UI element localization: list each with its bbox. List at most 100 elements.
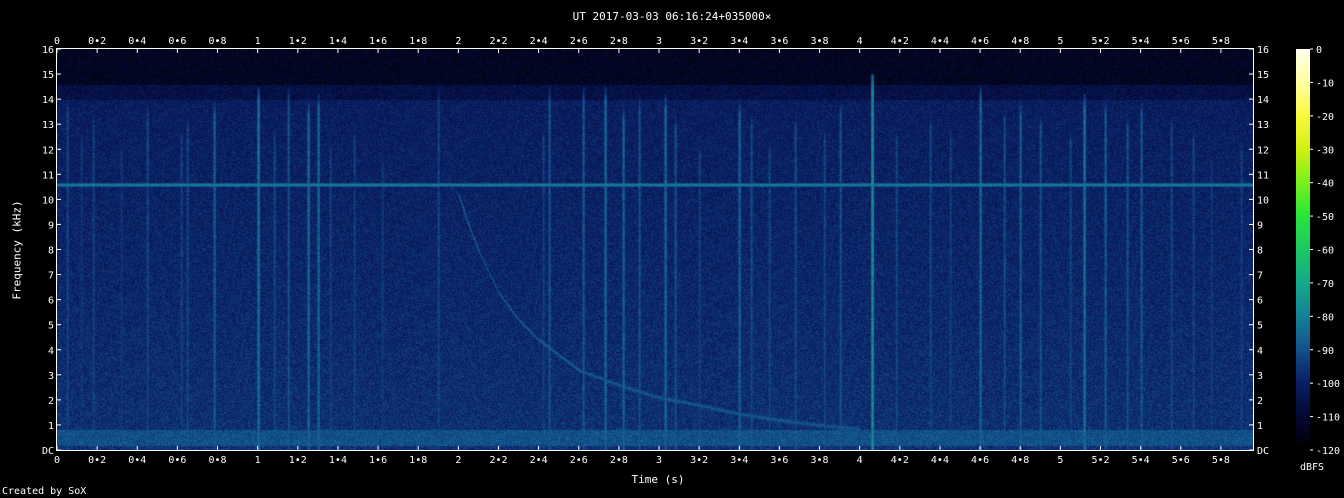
colorbar-tick-label: -110 [1316, 413, 1340, 424]
colorbar-tick-label: -40 [1316, 179, 1334, 190]
x-tick-label-top: 5•8 [1212, 36, 1230, 47]
credit-text: Created by SoX [2, 486, 87, 497]
x-tick-label-bottom: 2•6 [570, 455, 588, 466]
y-tick-label-left: 5 [48, 321, 54, 332]
x-tick-label-bottom: 4•2 [891, 455, 909, 466]
y-tick-label-right: DC [1257, 446, 1269, 457]
x-tick-label-bottom: 2•2 [489, 455, 507, 466]
x-tick-label-top: 3•8 [811, 36, 829, 47]
x-tick-label-bottom: 1•4 [329, 455, 347, 466]
y-tick-label-right: 2 [1257, 396, 1263, 407]
y-tick-label-right: 5 [1257, 321, 1263, 332]
x-tick-label-bottom: 4•4 [931, 455, 949, 466]
y-tick-label-right: 14 [1257, 95, 1269, 106]
chart-axes: 000•20•20•40•40•60•60•80•8111•21•21•41•4… [42, 36, 1340, 466]
x-tick-label-bottom: 5•4 [1132, 455, 1150, 466]
x-tick-label-bottom: 5•8 [1212, 455, 1230, 466]
x-tick-label-bottom: 3 [656, 455, 662, 466]
y-tick-label-left: 7 [48, 271, 54, 282]
y-tick-label-left: DC [42, 446, 54, 457]
x-tick-label-top: 3 [656, 36, 662, 47]
y-tick-label-left: 1 [48, 421, 54, 432]
colorbar-label: dBFS [1300, 462, 1325, 473]
x-tick-label-bottom: 3•6 [770, 455, 788, 466]
y-tick-label-left: 13 [42, 120, 54, 131]
y-tick-label-left: 3 [48, 371, 54, 382]
x-tick-label-top: 0•4 [128, 36, 146, 47]
y-tick-label-left: 10 [42, 195, 54, 206]
spectrogram-page: UT 2017-03-03 06:16:24+035000× 0 0 0•2 0•2 0… [0, 0, 1344, 498]
x-tick-label-bottom: 0•8 [209, 455, 227, 466]
x-tick-label-top: 1•2 [289, 36, 307, 47]
x-tick-label-top: 2•4 [530, 36, 548, 47]
x-tick-label-top: 5 [1057, 36, 1063, 47]
colorbar-tick-label: -60 [1316, 246, 1334, 257]
x-tick-label-bottom: 5•2 [1091, 455, 1109, 466]
x-tick-label-bottom: 2•8 [610, 455, 628, 466]
colorbar-tick-label: -90 [1316, 346, 1334, 357]
x-axis-label: Time (s) [631, 473, 685, 486]
x-tick-label-top: 2•2 [489, 36, 507, 47]
y-tick-label-right: 7 [1257, 271, 1263, 282]
y-tick-label-right: 15 [1257, 70, 1269, 81]
x-tick-label-bottom: 3•8 [811, 455, 829, 466]
x-tick-label-bottom: 5 [1057, 455, 1063, 466]
x-tick-label-top: 2•8 [610, 36, 628, 47]
x-tick-label-bottom: 3•4 [730, 455, 748, 466]
y-tick-label-left: 14 [42, 95, 54, 106]
x-tick-label-bottom: 1 [255, 455, 261, 466]
x-tick-label-bottom: 1•2 [289, 455, 307, 466]
x-tick-label-top: 5•4 [1132, 36, 1150, 47]
x-tick-label-bottom: 0 [54, 455, 60, 466]
x-tick-label-top: 3•4 [730, 36, 748, 47]
x-tick-label-top: 0•6 [168, 36, 186, 47]
x-tick-label-top: 0•2 [88, 36, 106, 47]
x-tick-label-top: 4•8 [1011, 36, 1029, 47]
colorbar-tick-label: -20 [1316, 112, 1334, 123]
x-tick-label-top: 0 [54, 36, 60, 47]
x-tick-label-top: 4•4 [931, 36, 949, 47]
x-tick-label-top: 0•8 [209, 36, 227, 47]
x-tick-label-top: 4 [857, 36, 863, 47]
x-tick-label-top: 1 [255, 36, 261, 47]
x-tick-label-top: 5•2 [1091, 36, 1109, 47]
colorbar-tick-label: -100 [1316, 379, 1340, 390]
colorbar-tick-label: -30 [1316, 145, 1334, 156]
y-tick-label-right: 11 [1257, 170, 1269, 181]
x-tick-label-top: 1•8 [409, 36, 427, 47]
y-tick-label-right: 3 [1257, 371, 1263, 382]
colorbar-tick-label: 0 [1316, 45, 1322, 56]
y-tick-label-left: 8 [48, 246, 54, 257]
colorbar-tick-label: -50 [1316, 212, 1334, 223]
x-tick-label-top: 1•4 [329, 36, 347, 47]
x-tick-label-top: 1•6 [369, 36, 387, 47]
x-tick-label-bottom: 0•4 [128, 455, 146, 466]
y-tick-label-left: 12 [42, 145, 54, 156]
x-tick-label-bottom: 2 [455, 455, 461, 466]
x-tick-label-bottom: 0•2 [88, 455, 106, 466]
y-tick-label-left: 6 [48, 296, 54, 307]
y-axis-label: Frequency (kHz) [10, 200, 24, 300]
y-tick-label-left: 15 [42, 70, 54, 81]
colorbar-tick-label: -80 [1316, 312, 1334, 323]
y-tick-label-left: 2 [48, 396, 54, 407]
y-tick-label-right: 9 [1257, 220, 1263, 231]
x-tick-label-bottom: 3•2 [690, 455, 708, 466]
y-tick-label-right: 13 [1257, 120, 1269, 131]
x-tick-label-bottom: 4•6 [971, 455, 989, 466]
x-tick-label-top: 4•6 [971, 36, 989, 47]
y-tick-label-right: 6 [1257, 296, 1263, 307]
y-tick-label-left: 16 [42, 45, 54, 56]
y-tick-label-right: 16 [1257, 45, 1269, 56]
y-tick-label-right: 10 [1257, 195, 1269, 206]
x-tick-label-top: 2 [455, 36, 461, 47]
y-tick-label-right: 12 [1257, 145, 1269, 156]
x-tick-label-bottom: 2•4 [530, 455, 548, 466]
y-tick-label-left: 11 [42, 170, 54, 181]
x-tick-label-bottom: 4 [857, 455, 863, 466]
x-tick-label-top: 3•2 [690, 36, 708, 47]
x-tick-label-bottom: 4•8 [1011, 455, 1029, 466]
y-tick-label-left: 9 [48, 220, 54, 231]
plot-frame [56, 48, 1254, 451]
y-tick-label-right: 4 [1257, 346, 1263, 357]
